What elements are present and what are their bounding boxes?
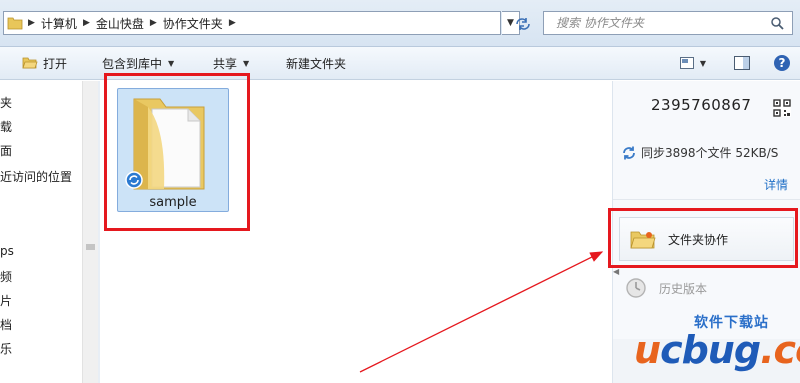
watermark-bug: bug — [681, 328, 761, 372]
watermark-cc: .cc — [760, 328, 800, 372]
watermark-brand: ucbug.cc — [634, 328, 800, 372]
watermark-logo: 软件下载站 ucbug.cc — [614, 300, 800, 383]
watermark-c: c — [660, 328, 683, 372]
watermark-u: u — [634, 328, 661, 372]
